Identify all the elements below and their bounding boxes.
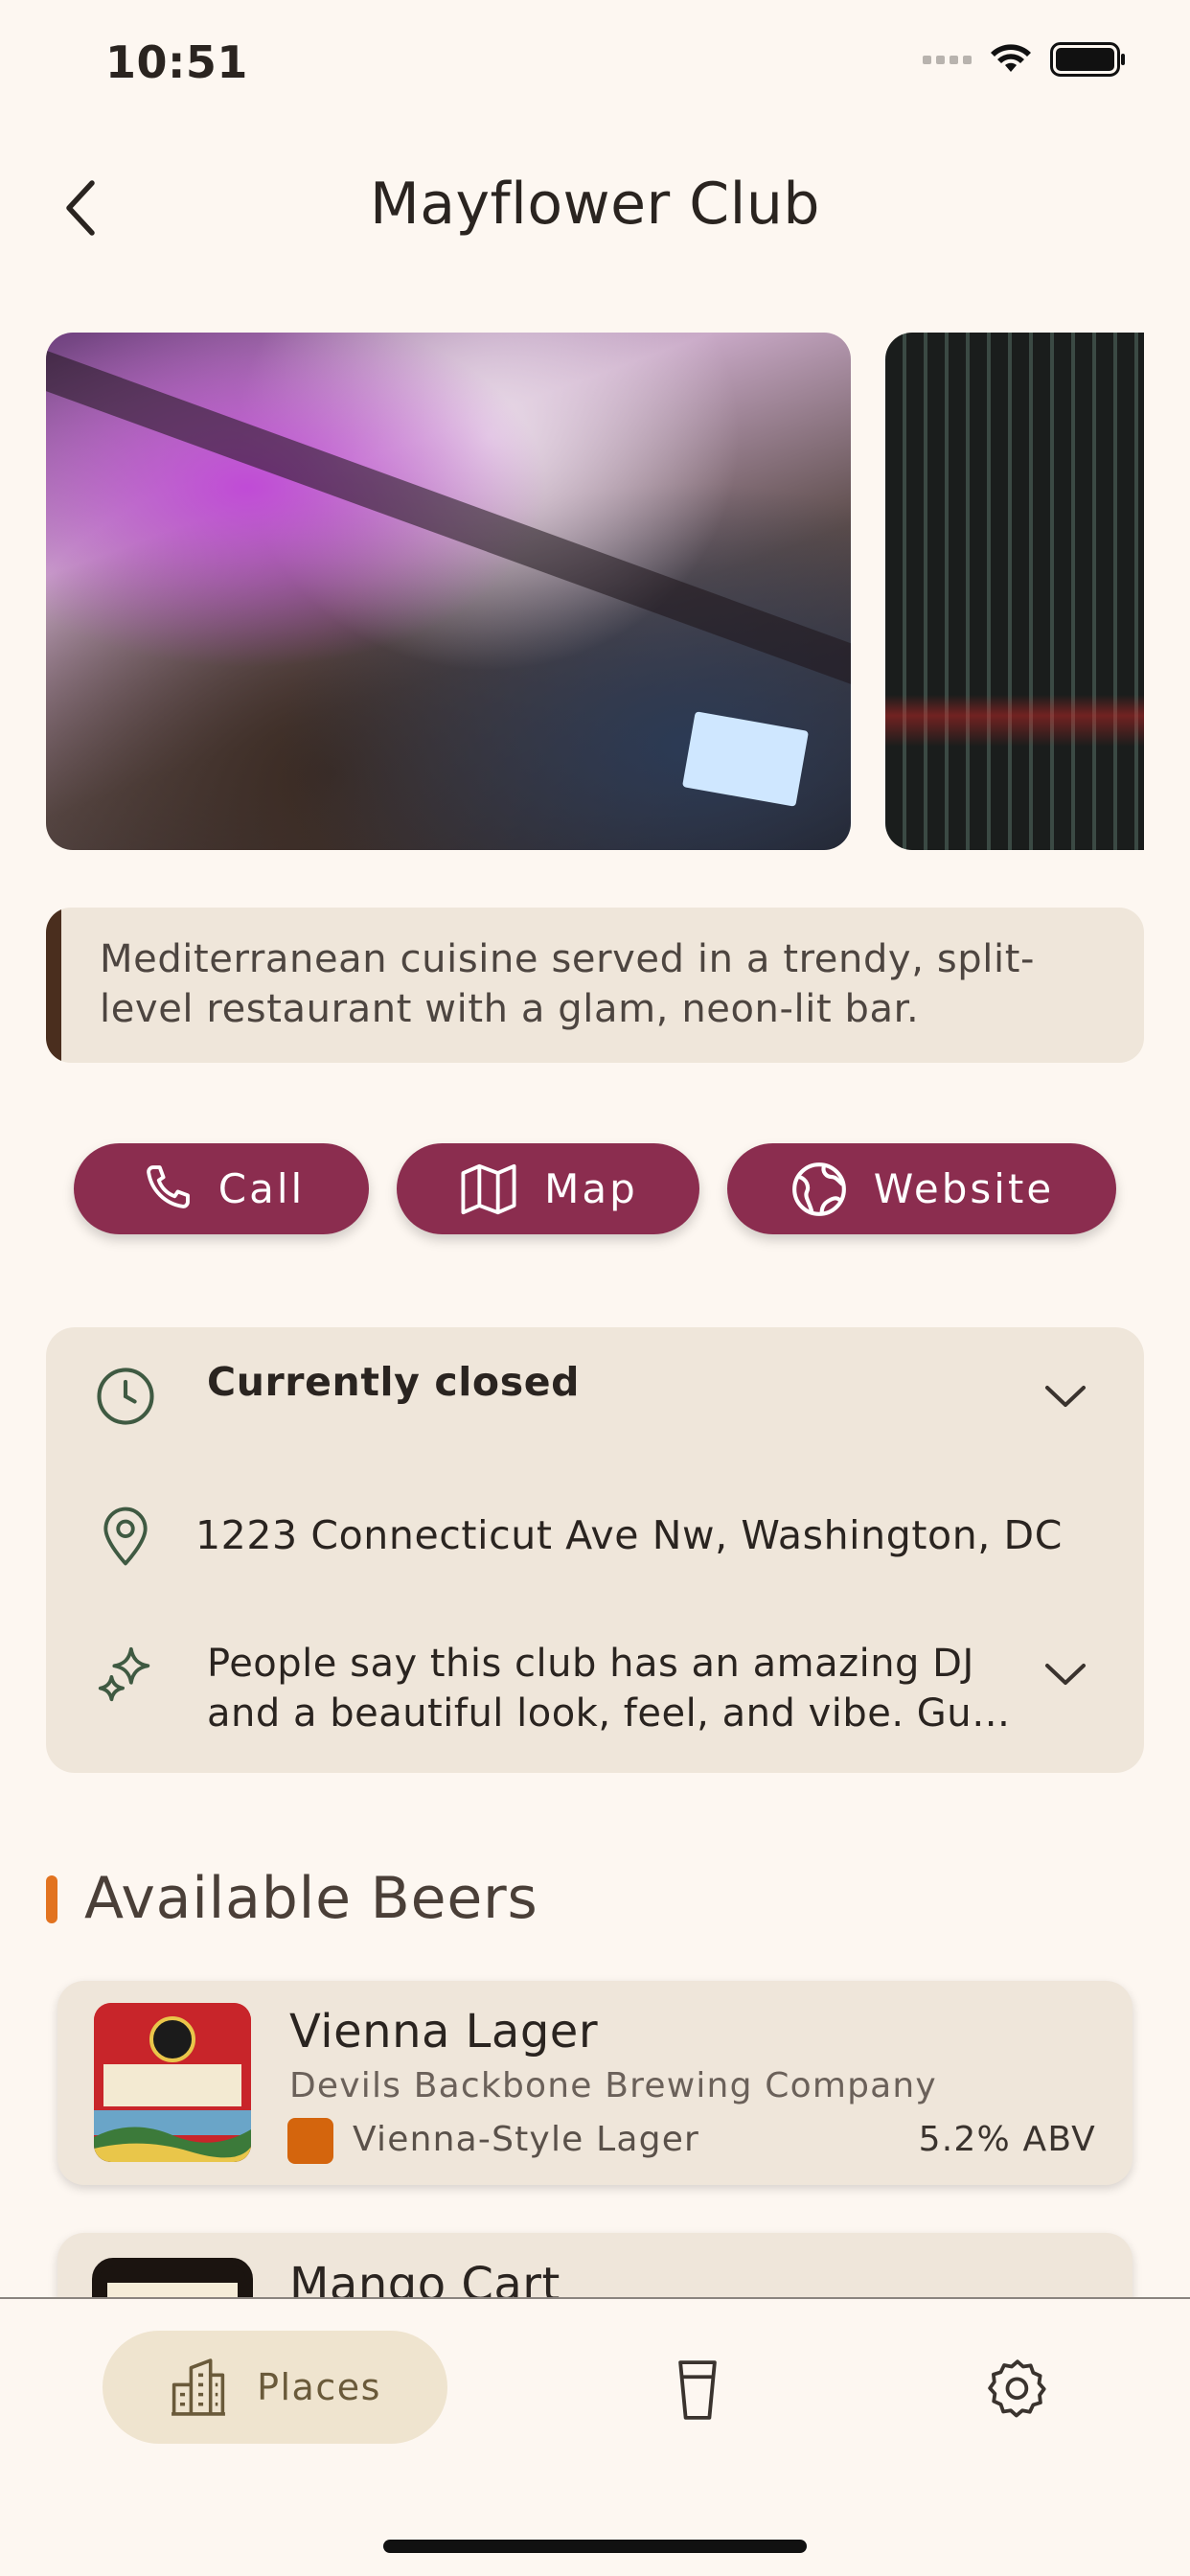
chevron-down-icon[interactable] [1037,1372,1094,1420]
nav-tab-settings[interactable] [981,2354,1054,2426]
home-indicator [383,2540,807,2553]
phone-icon [146,1164,190,1208]
beer-style-color-swatch [287,2118,333,2164]
beer-glass-icon [678,2360,717,2420]
address-text[interactable]: 1223 Connecticut Ave Nw, Washington, DC [195,1512,1063,1558]
beer-label-image [94,2003,251,2162]
gear-icon [988,2359,1046,2418]
map-button-label: Map [544,1165,638,1212]
beer-abv: 5.2% ABV [918,2120,1096,2159]
nav-tab-places-label: Places [257,2366,381,2408]
description-card: Mediterranean cuisine served in a trendy… [46,908,1144,1063]
map-icon [461,1163,516,1214]
wifi-icon [991,44,1031,72]
description-text: Mediterranean cuisine served in a trendy… [100,937,1036,1031]
sparkle-icon [90,1639,161,1710]
battery-icon [1050,42,1125,77]
map-button[interactable]: Map [397,1143,699,1234]
status-time: 10:51 [105,36,248,88]
website-button-label: Website [873,1165,1055,1212]
nav-tab-beers[interactable] [661,2354,734,2426]
beer-brewery: Devils Backbone Brewing Company [289,2066,937,2105]
hours-status[interactable]: Currently closed [207,1359,580,1405]
review-summary-text[interactable]: People say this club has an amazing DJ a… [207,1639,1012,1738]
beer-style: Vienna-Style Lager [353,2120,700,2159]
status-icons [923,42,1127,77]
venue-photo[interactable] [885,333,1144,850]
nav-tab-places[interactable]: Places [103,2331,447,2444]
beer-name: Vienna Lager [289,2005,599,2058]
section-title: Available Beers [84,1865,538,1932]
website-button[interactable]: Website [727,1143,1116,1234]
globe-icon [791,1162,846,1216]
description-accent-bar [46,908,61,1063]
buildings-icon [172,2358,226,2416]
cellular-signal-icon [923,55,972,64]
call-button-label: Call [217,1165,306,1212]
location-pin-icon [92,1503,159,1570]
call-button[interactable]: Call [74,1143,369,1234]
venue-photo[interactable] [46,333,851,850]
section-marker [46,1875,57,1923]
page-title: Mayflower Club [370,171,820,238]
chevron-down-icon[interactable] [1037,1650,1094,1698]
clock-icon [92,1363,159,1430]
